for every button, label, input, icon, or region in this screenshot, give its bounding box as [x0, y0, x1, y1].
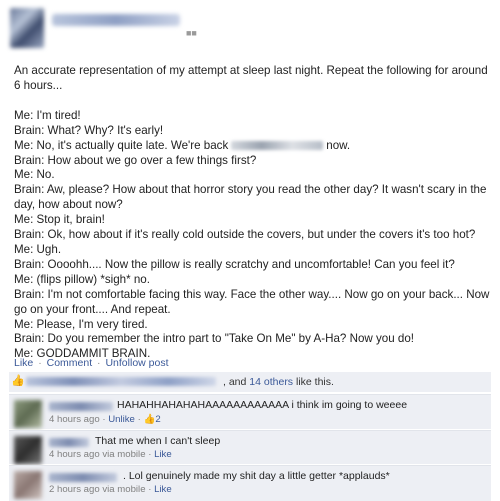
- comment-text: . Lol genuinely made my shit day a littl…: [123, 470, 390, 482]
- comment: That me when I can't sleep 4 hours ago v…: [9, 430, 491, 464]
- comment: HAHAHHAHAHAHAAAAAAAAAAAA i think im goin…: [9, 394, 491, 429]
- post-line-part: Me: No, it's actually quite late. We're …: [14, 138, 229, 152]
- likes-suffix: like this.: [295, 376, 334, 388]
- commenter-name[interactable]: [49, 473, 117, 482]
- comment-meta: 2 hours ago via mobile · Like: [49, 484, 172, 495]
- likes-summary: , and 14 others like this.: [223, 376, 334, 388]
- separator: ·: [148, 484, 152, 495]
- post-actions: Like · Comment · Unfollow post: [14, 357, 169, 369]
- post-line: Me: Please, I'm very tired.: [14, 317, 148, 331]
- commenter-avatar[interactable]: [14, 471, 42, 499]
- post-line: Brain: Ok, how about if it's really cold…: [14, 228, 476, 242]
- comment-text: That me when I can't sleep: [95, 435, 221, 447]
- comment: . Lol genuinely made my shit day a littl…: [9, 465, 491, 501]
- comment-meta: 4 hours ago via mobile · Like: [49, 449, 172, 460]
- commenter-name[interactable]: [49, 438, 89, 447]
- comment-link[interactable]: Comment: [47, 357, 93, 369]
- redacted-text: [231, 141, 324, 151]
- separator: ·: [148, 449, 152, 460]
- post-line: Me: Stop it, brain!: [14, 213, 105, 227]
- comment-time: 4 hours ago via mobile: [49, 449, 146, 460]
- comment-time: 2 hours ago via mobile: [49, 484, 146, 495]
- unlike-link[interactable]: Unlike: [108, 414, 135, 425]
- author-avatar[interactable]: [10, 8, 44, 48]
- like-count[interactable]: 👍2: [143, 414, 160, 425]
- post-line: Me: (flips pillow) *sigh* no.: [14, 272, 150, 286]
- comment-meta: 4 hours ago · Unlike · 👍2: [49, 414, 161, 425]
- post-body: An accurate representation of my attempt…: [14, 64, 490, 362]
- post-line: Brain: Oooohh.... Now the pillow is real…: [14, 257, 455, 271]
- post-line-part: now.: [326, 138, 351, 152]
- post-line: Brain: I'm not comfortable facing this w…: [14, 287, 490, 316]
- likes-bar: 👍 , and 14 others like this.: [9, 372, 491, 392]
- likers-names[interactable]: [26, 377, 216, 386]
- like-link[interactable]: Like: [14, 357, 33, 369]
- post-line: Me: No, it's actually quite late. We're …: [14, 139, 490, 154]
- likes-prefix: , and: [223, 376, 247, 388]
- post-conversation: Me: I'm tired! Brain: What? Why? It's ea…: [14, 109, 490, 362]
- privacy-icon[interactable]: ■■: [186, 28, 197, 38]
- thumbs-up-icon: 👍: [143, 414, 156, 425]
- separator: ·: [102, 414, 106, 425]
- commenter-name[interactable]: [49, 402, 113, 411]
- unfollow-link[interactable]: Unfollow post: [105, 357, 168, 369]
- post-line: Me: No.: [14, 168, 55, 182]
- like-count-value: 2: [155, 414, 161, 425]
- separator: ·: [97, 357, 101, 369]
- author-name[interactable]: [52, 14, 180, 26]
- like-link[interactable]: Like: [154, 484, 172, 495]
- post-line: Brain: Aw, please? How about that horror…: [14, 183, 487, 212]
- thumbs-up-icon: 👍: [11, 375, 25, 387]
- separator: ·: [137, 414, 141, 425]
- comment-time: 4 hours ago: [49, 414, 100, 425]
- post-line: Brain: How about we go over a few things…: [14, 153, 257, 167]
- post-line: Brain: What? Why? It's early!: [14, 123, 164, 137]
- post-line: Me: I'm tired!: [14, 108, 81, 122]
- others-link[interactable]: 14 others: [249, 376, 293, 388]
- commenter-avatar[interactable]: [14, 436, 42, 464]
- comment-text: HAHAHHAHAHAHAAAAAAAAAAAA i think im goin…: [117, 399, 408, 411]
- commenter-avatar[interactable]: [14, 400, 42, 428]
- post-line: Brain: Do you remember the intro part to…: [14, 332, 415, 346]
- post-intro: An accurate representation of my attempt…: [14, 64, 488, 92]
- separator: ·: [38, 357, 42, 369]
- post-line: Me: Ugh.: [14, 242, 62, 256]
- like-link[interactable]: Like: [154, 449, 172, 460]
